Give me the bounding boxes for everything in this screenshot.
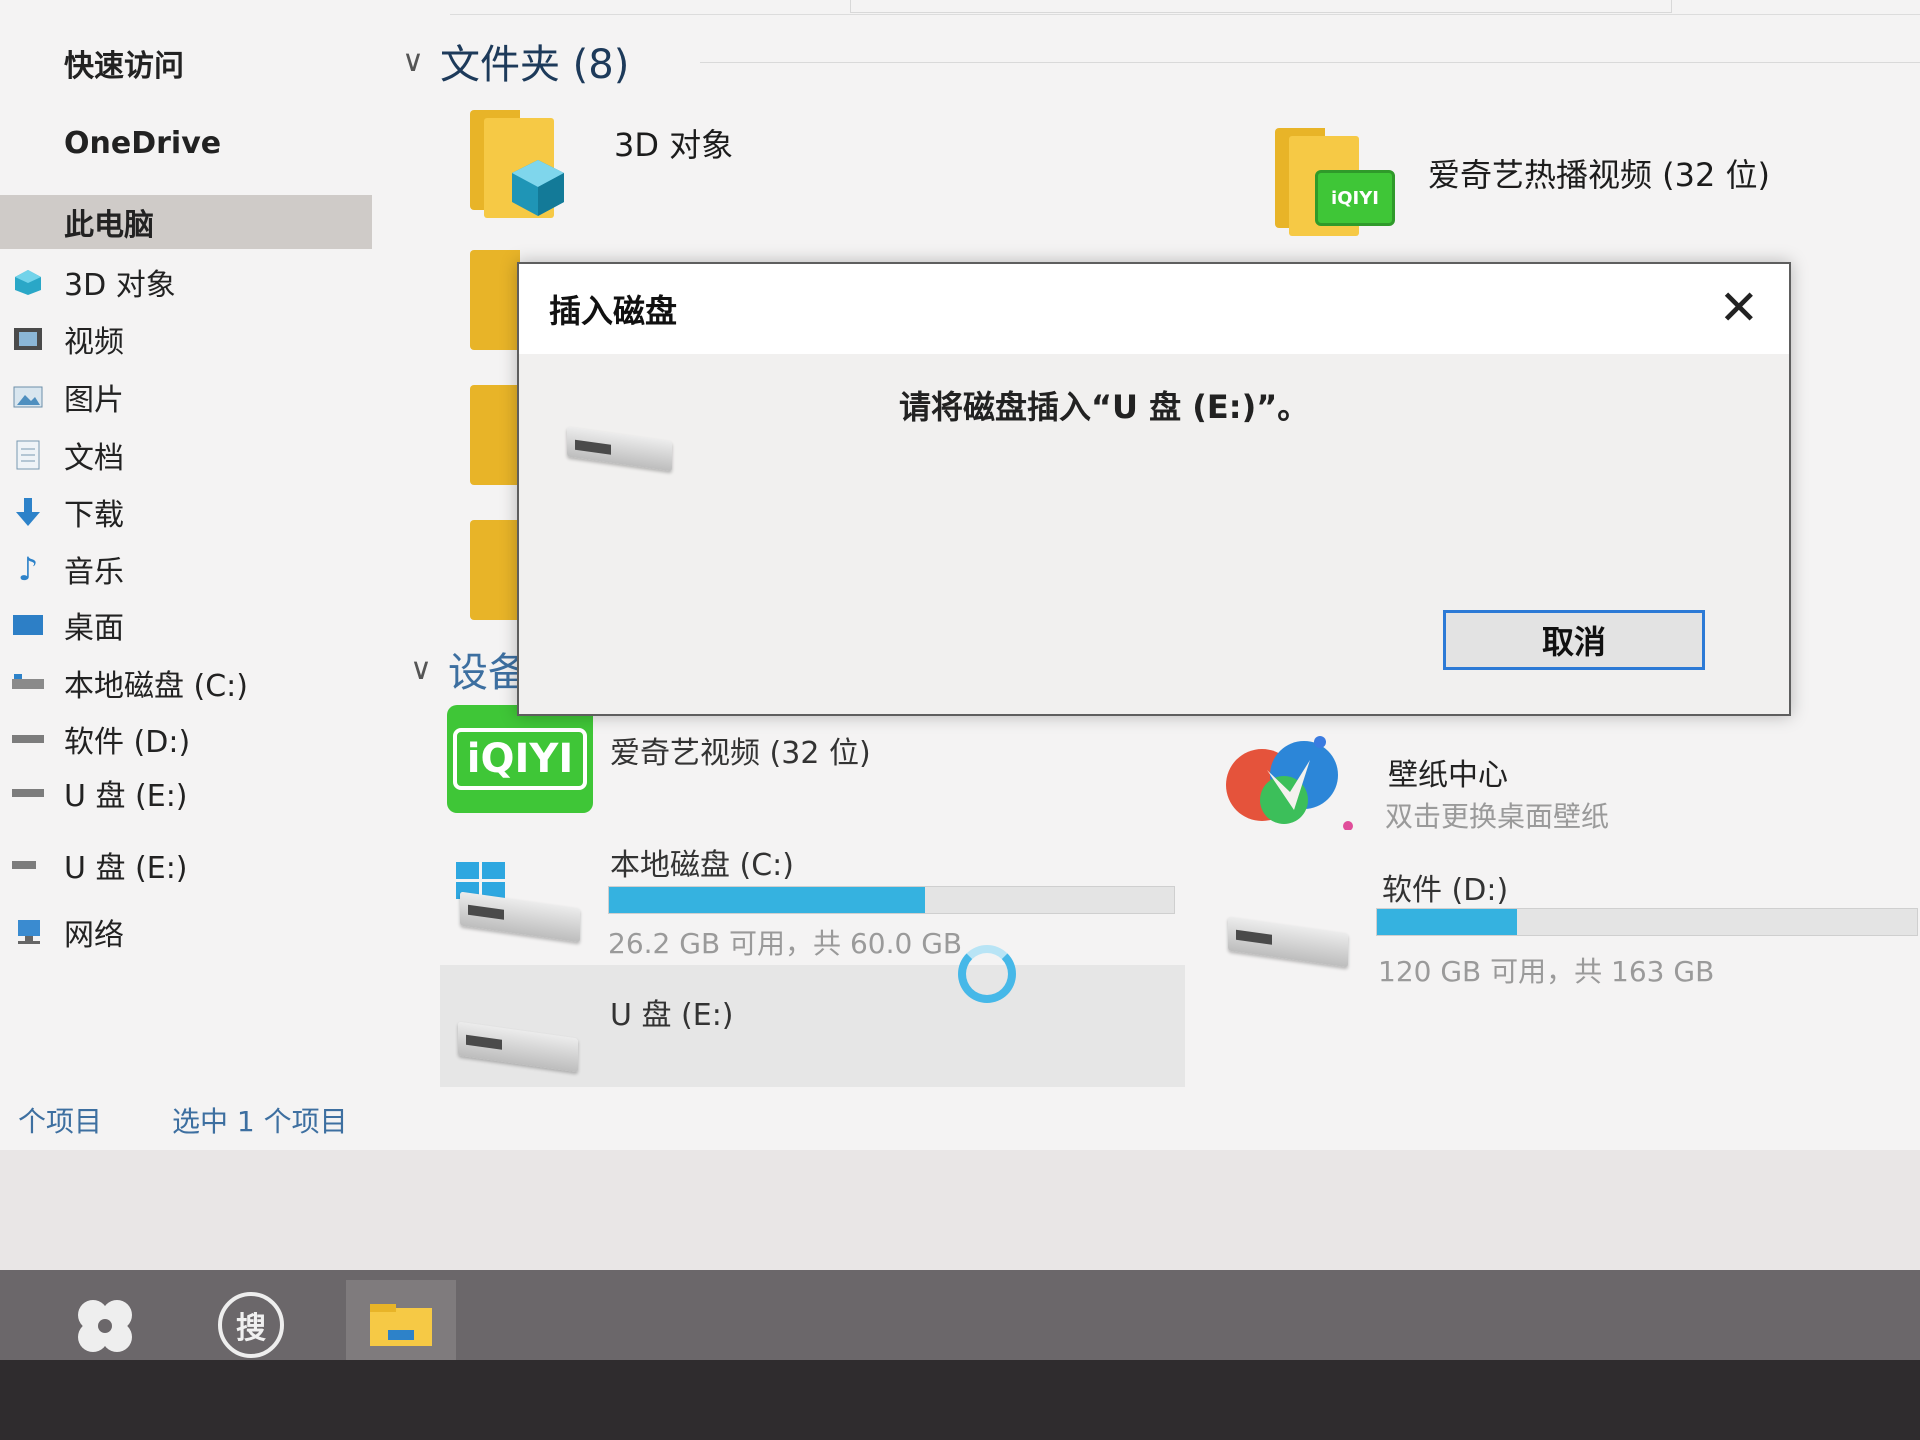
taskbar: 搜 bbox=[0, 1270, 1920, 1370]
sidebar-item-label: 图片 bbox=[64, 383, 124, 418]
sidebar-item-label: 软件 (D:) bbox=[64, 725, 191, 760]
folder-3d-objects[interactable] bbox=[470, 110, 564, 220]
sidebar-item-label: 本地磁盘 (C:) bbox=[64, 669, 248, 704]
chevron-down-icon: ∨ bbox=[410, 651, 432, 687]
sidebar-item-documents[interactable]: 文档 bbox=[0, 428, 372, 482]
folder-iqiyi-hot[interactable]: iQIYI bbox=[1275, 128, 1395, 238]
drive-e-label: U 盘 (E:) bbox=[610, 998, 734, 1033]
folder-icon[interactable] bbox=[470, 250, 520, 360]
sidebar-item-label: 文档 bbox=[64, 441, 124, 476]
sidebar-item-3d-objects[interactable]: 3D 对象 bbox=[0, 255, 372, 309]
sidebar-item-desktop[interactable]: 桌面 bbox=[0, 598, 372, 652]
sidebar-item-pictures[interactable]: 图片 bbox=[0, 370, 372, 424]
search-button[interactable]: 搜 bbox=[196, 1280, 306, 1370]
sidebar-item-downloads[interactable]: 下载 bbox=[0, 485, 372, 539]
nav-this-pc[interactable]: 此电脑 bbox=[0, 195, 372, 249]
busy-cursor-icon bbox=[958, 945, 1016, 1003]
top-divider bbox=[450, 0, 1920, 15]
nav-network[interactable]: 网络 bbox=[0, 905, 372, 959]
drive-icon bbox=[10, 778, 46, 808]
close-icon[interactable]: ✕ bbox=[1719, 280, 1759, 336]
status-bar: 个项目 选中 1 个项目 bbox=[0, 1095, 600, 1145]
usb-drive-icon bbox=[10, 850, 46, 880]
iqiyi-app-label: 爱奇艺视频 (32 位) bbox=[610, 736, 871, 771]
cube-icon bbox=[10, 267, 46, 297]
folders-group-header[interactable]: ∨ 文件夹 (8) bbox=[402, 32, 629, 90]
drive-d-usage-fill bbox=[1377, 909, 1518, 935]
download-icon bbox=[10, 497, 46, 527]
search-icon: 搜 bbox=[218, 1292, 284, 1358]
cube-icon bbox=[512, 160, 564, 216]
nav-quick-access[interactable]: 快速访问 bbox=[0, 36, 372, 90]
cloud-icon bbox=[10, 128, 46, 158]
removable-drive-icon bbox=[567, 426, 672, 472]
drive-icon bbox=[10, 668, 46, 698]
start-button[interactable] bbox=[50, 1280, 160, 1370]
status-selected-count: 选中 1 个项目 bbox=[172, 1105, 348, 1138]
status-item-count: 个项目 bbox=[18, 1105, 103, 1138]
drive-c-label: 本地磁盘 (C:) bbox=[610, 848, 794, 883]
drive-c-usage-bar bbox=[608, 886, 1175, 914]
folders-group-title: 文件夹 (8) bbox=[439, 42, 630, 88]
nav-this-pc-label: 此电脑 bbox=[64, 208, 154, 243]
dialog-titlebar: 插入磁盘 ✕ bbox=[519, 264, 1789, 354]
file-explorer-taskbar-button[interactable] bbox=[346, 1280, 456, 1370]
desktop-icon bbox=[10, 610, 46, 640]
drive-c-usage-fill bbox=[609, 887, 926, 913]
sidebar-item-label: 下载 bbox=[64, 498, 124, 533]
star-icon bbox=[10, 48, 46, 78]
drive-c-icon[interactable] bbox=[460, 891, 580, 943]
pinwheel-icon bbox=[78, 1300, 132, 1352]
sidebar-item-label: 视频 bbox=[64, 325, 124, 360]
wallpaper-center-icon[interactable] bbox=[1222, 730, 1357, 831]
drive-d-usage-bar bbox=[1376, 908, 1918, 936]
computer-icon bbox=[10, 207, 46, 237]
dialog-message: 请将磁盘插入“U 盘 (E:)”。 bbox=[899, 388, 1310, 426]
drive-d-label: 软件 (D:) bbox=[1382, 873, 1509, 908]
sidebar-item-videos[interactable]: 视频 bbox=[0, 312, 372, 366]
sidebar-item-music[interactable]: ♪ 音乐 bbox=[0, 542, 372, 596]
drive-c-space: 26.2 GB 可用，共 60.0 GB bbox=[608, 927, 963, 960]
iqiyi-app-tile[interactable]: iQIYI bbox=[447, 705, 593, 813]
nav-onedrive[interactable]: OneDrive bbox=[0, 116, 372, 170]
folder-icon[interactable] bbox=[470, 385, 520, 495]
navigation-pane: 快速访问 OneDrive 此电脑 3D 对象 视频 图片 文档 下载 ♪ 音乐… bbox=[0, 0, 380, 1090]
insert-disk-dialog: 插入磁盘 ✕ 请将磁盘插入“U 盘 (E:)”。 取消 bbox=[517, 262, 1791, 716]
folder-icon[interactable] bbox=[470, 520, 520, 630]
folder-icon bbox=[370, 1304, 432, 1346]
drive-d-space: 120 GB 可用，共 163 GB bbox=[1378, 955, 1715, 988]
drive-d-icon[interactable] bbox=[1228, 916, 1348, 968]
sidebar-item-label: 桌面 bbox=[64, 611, 124, 646]
sidebar-item-label: 音乐 bbox=[64, 555, 124, 590]
screen-bezel bbox=[0, 1360, 1920, 1440]
group-divider bbox=[700, 62, 1920, 63]
wallpaper-center-label: 壁纸中心 bbox=[1388, 758, 1508, 793]
folder-label: 爱奇艺热播视频 (32 位) bbox=[1428, 156, 1771, 194]
nav-quick-access-label: 快速访问 bbox=[64, 49, 184, 84]
chevron-down-icon: ∨ bbox=[402, 43, 424, 79]
picture-icon bbox=[10, 382, 46, 412]
sidebar-item-label: U 盘 (E:) bbox=[64, 779, 188, 814]
music-icon: ♪ bbox=[17, 550, 39, 588]
sidebar-item-drive-d[interactable]: 软件 (D:) bbox=[0, 712, 372, 766]
nav-onedrive-label: OneDrive bbox=[64, 125, 222, 161]
iqiyi-logo-text: iQIYI bbox=[452, 728, 588, 790]
sidebar-item-drive-c[interactable]: 本地磁盘 (C:) bbox=[0, 656, 372, 710]
cancel-button[interactable]: 取消 bbox=[1443, 610, 1705, 670]
folder-label: 3D 对象 bbox=[614, 126, 734, 164]
nav-usb-drive-e[interactable]: U 盘 (E:) bbox=[0, 838, 372, 892]
sidebar-item-label: 3D 对象 bbox=[64, 268, 176, 303]
video-icon bbox=[10, 324, 46, 354]
document-icon bbox=[10, 440, 46, 470]
dialog-title: 插入磁盘 bbox=[549, 292, 678, 330]
iqiyi-logo-icon: iQIYI bbox=[1315, 170, 1395, 226]
network-icon bbox=[10, 917, 46, 947]
nav-network-label: 网络 bbox=[64, 918, 124, 953]
nav-usb-drive-label: U 盘 (E:) bbox=[64, 851, 188, 886]
devices-group-title: 设备 bbox=[447, 650, 528, 696]
wallpaper-center-subtitle: 双击更换桌面壁纸 bbox=[1385, 800, 1610, 833]
drive-icon bbox=[10, 724, 46, 754]
devices-group-header[interactable]: ∨ 设备 bbox=[410, 640, 528, 698]
sidebar-item-drive-e[interactable]: U 盘 (E:) bbox=[0, 766, 372, 820]
